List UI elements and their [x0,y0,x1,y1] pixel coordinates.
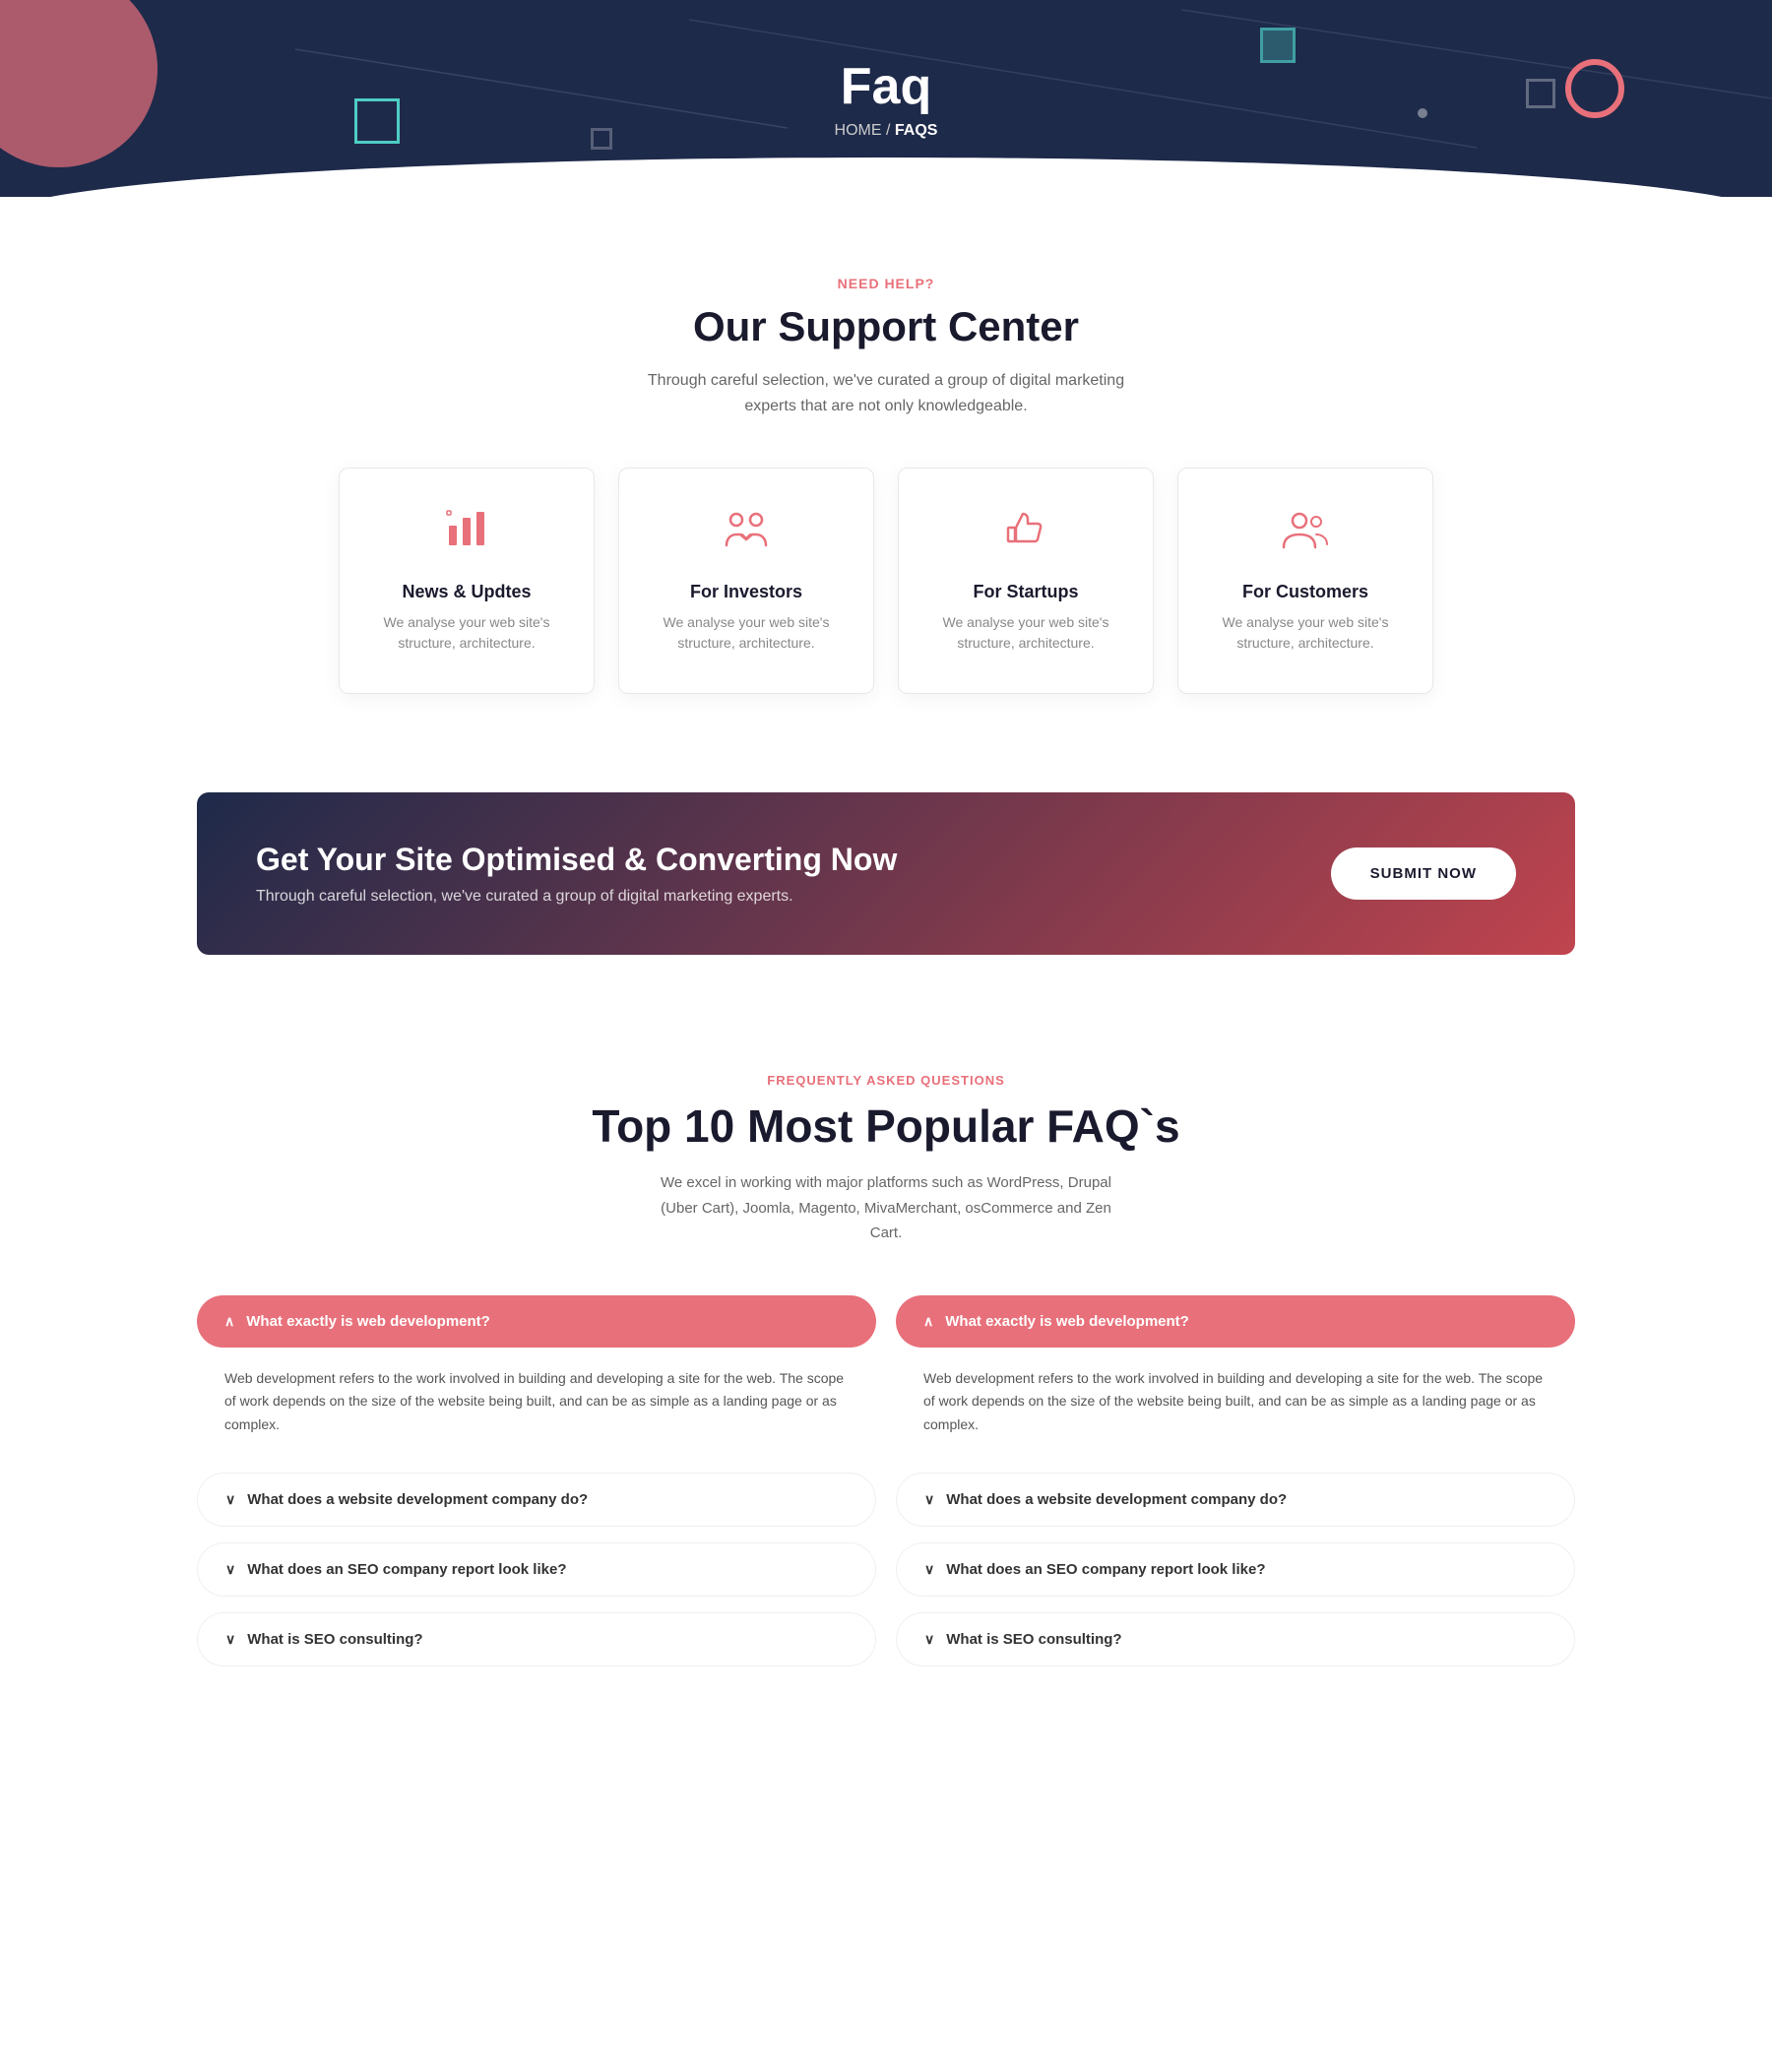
cta-text: Get Your Site Optimised & Converting Now… [256,842,897,906]
faq-subtitle: We excel in working with major platforms… [660,1170,1112,1246]
faq-toggle-l1: ∧ [224,1313,234,1330]
faq-heading: Top 10 Most Popular FAQ`s [197,1099,1575,1153]
card-news-desc: We analyse your web site's structure, ar… [369,612,564,654]
faq-toggle-l2: ∨ [225,1491,235,1508]
faq-header-l4[interactable]: ∨ What is SEO consulting? [197,1612,876,1666]
cta-heading: Get Your Site Optimised & Converting Now [256,842,897,878]
card-news: News & Updtes We analyse your web site's… [339,468,595,694]
deco-circle-1 [1565,59,1624,118]
deco-square-2 [1526,79,1555,108]
faq-item-l3: ∨ What does an SEO company report look l… [197,1542,876,1597]
faq-question-l1: What exactly is web development? [246,1313,490,1330]
support-section: NEED HELP? Our Support Center Through ca… [0,197,1772,753]
faq-question-r4: What is SEO consulting? [946,1631,1121,1648]
users-icon [1208,508,1403,562]
breadcrumb-home[interactable]: HOME [835,122,882,139]
faq-toggle-l3: ∨ [225,1561,235,1578]
support-heading: Our Support Center [197,303,1575,350]
card-news-title: News & Updtes [369,582,564,602]
faq-toggle-r1: ∧ [923,1313,933,1330]
hero-blob [0,0,158,167]
faq-item-l1: ∧ What exactly is web development? Web d… [197,1295,876,1457]
faq-question-l4: What is SEO consulting? [247,1631,422,1648]
faq-grid: ∧ What exactly is web development? Web d… [197,1295,1575,1682]
faq-header-r2[interactable]: ∨ What does a website development compan… [896,1473,1575,1527]
faq-toggle-l4: ∨ [225,1631,235,1648]
faq-eyebrow: FREQUENTLY ASKED QUESTIONS [197,1073,1575,1088]
faq-item-r2: ∨ What does a website development compan… [896,1473,1575,1527]
faq-toggle-r2: ∨ [924,1491,934,1508]
faq-body-r1: Web development refers to the work invol… [896,1348,1575,1457]
faq-column-left: ∧ What exactly is web development? Web d… [197,1295,876,1682]
faq-column-right: ∧ What exactly is web development? Web d… [896,1295,1575,1682]
submit-now-button[interactable]: SUBMIT NOW [1331,848,1516,900]
faq-item-r4: ∨ What is SEO consulting? [896,1612,1575,1666]
card-customers: For Customers We analyse your web site's… [1177,468,1433,694]
card-investors-desc: We analyse your web site's structure, ar… [649,612,844,654]
faq-item-l2: ∨ What does a website development compan… [197,1473,876,1527]
support-eyebrow: NEED HELP? [197,276,1575,291]
handshake-icon [649,508,844,562]
card-investors: For Investors We analyse your web site's… [618,468,874,694]
faq-header-l3[interactable]: ∨ What does an SEO company report look l… [197,1542,876,1597]
cta-description: Through careful selection, we've curated… [256,888,897,906]
card-customers-title: For Customers [1208,582,1403,602]
faq-body-l1: Web development refers to the work invol… [197,1348,876,1457]
faq-section: FREQUENTLY ASKED QUESTIONS Top 10 Most P… [0,994,1772,1761]
faq-header-l1[interactable]: ∧ What exactly is web development? [197,1295,876,1348]
support-cards-row: News & Updtes We analyse your web site's… [197,468,1575,694]
faq-toggle-r3: ∨ [924,1561,934,1578]
faq-toggle-r4: ∨ [924,1631,934,1648]
faq-item-r3: ∨ What does an SEO company report look l… [896,1542,1575,1597]
faq-question-r1: What exactly is web development? [945,1313,1189,1330]
faq-header-l2[interactable]: ∨ What does a website development compan… [197,1473,876,1527]
breadcrumb-active: FAQS [895,122,938,139]
deco-square-3 [1260,28,1296,63]
card-startups: For Startups We analyse your web site's … [898,468,1154,694]
faq-header-r1[interactable]: ∧ What exactly is web development? [896,1295,1575,1348]
bar-chart-icon [369,508,564,562]
card-startups-title: For Startups [928,582,1123,602]
page-title: Faq [841,57,931,116]
card-startups-desc: We analyse your web site's structure, ar… [928,612,1123,654]
faq-question-r3: What does an SEO company report look lik… [946,1561,1265,1578]
breadcrumb: HOME / FAQS [835,122,938,140]
card-investors-title: For Investors [649,582,844,602]
faq-question-l2: What does a website development company … [247,1491,588,1508]
faq-header-r4[interactable]: ∨ What is SEO consulting? [896,1612,1575,1666]
faq-header-r3[interactable]: ∨ What does an SEO company report look l… [896,1542,1575,1597]
faq-question-r2: What does a website development company … [946,1491,1287,1508]
cta-banner: Get Your Site Optimised & Converting Now… [197,792,1575,955]
breadcrumb-sep: / [886,122,890,139]
thumbup-icon [928,508,1123,562]
faq-item-l4: ∨ What is SEO consulting? [197,1612,876,1666]
support-description: Through careful selection, we've curated… [640,368,1132,418]
deco-square-1 [354,98,400,144]
hero-header: Faq HOME / FAQS [0,0,1772,197]
deco-dot-1 [1418,108,1427,118]
faq-item-r1: ∧ What exactly is web development? Web d… [896,1295,1575,1457]
faq-question-l3: What does an SEO company report look lik… [247,1561,566,1578]
deco-square-4 [591,128,612,150]
card-customers-desc: We analyse your web site's structure, ar… [1208,612,1403,654]
